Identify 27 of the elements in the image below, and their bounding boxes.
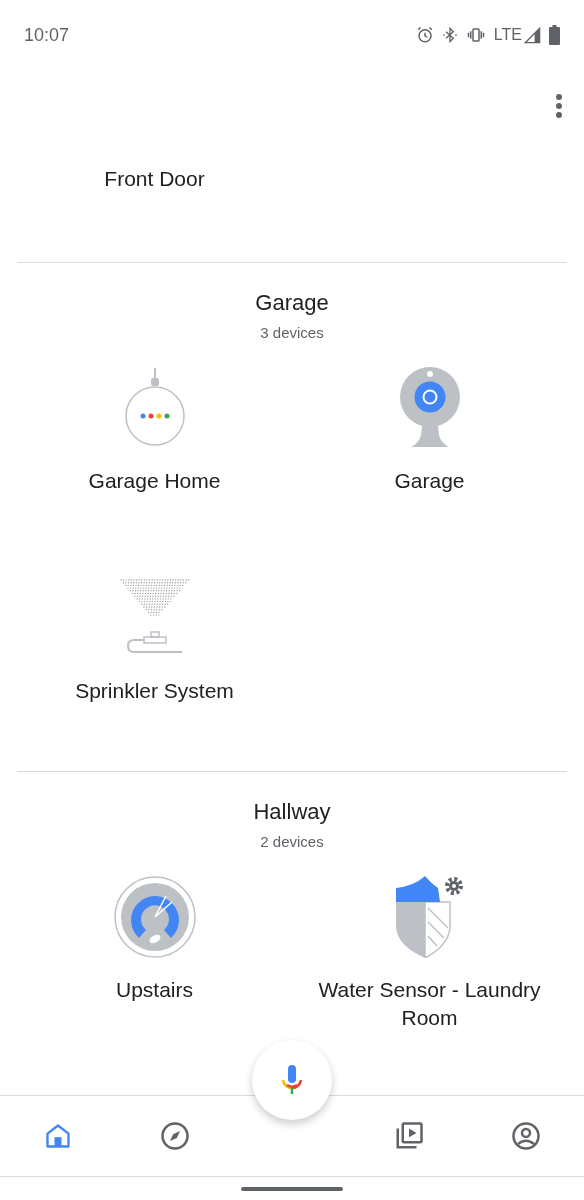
microphone-icon	[281, 1065, 303, 1095]
clock: 10:07	[24, 24, 70, 46]
room-title: Garage	[254, 289, 330, 317]
home-icon	[44, 1122, 73, 1150]
signal-icon	[524, 26, 541, 44]
alarm-icon	[415, 26, 434, 44]
battery-icon	[549, 25, 560, 45]
device-count: 2 devices	[259, 832, 325, 852]
thermostat-icon	[113, 876, 196, 958]
vibrate-icon	[465, 26, 486, 44]
smart-speaker-icon	[123, 368, 186, 448]
compass-icon	[160, 1121, 191, 1151]
more-options-icon[interactable]	[556, 94, 562, 118]
device-name[interactable]: Front Door	[104, 165, 205, 193]
voice-button[interactable]	[252, 1040, 332, 1120]
device-name[interactable]: Upstairs	[116, 976, 193, 1004]
room-title: Hallway	[252, 798, 332, 826]
account-icon	[510, 1121, 541, 1151]
device-name[interactable]: Garage	[394, 467, 465, 495]
bluetooth-icon	[441, 26, 458, 44]
device-count: 3 devices	[259, 323, 325, 343]
camera-icon	[398, 367, 461, 449]
device-name[interactable]: Garage Home	[88, 467, 221, 495]
device-name[interactable]: Sprinkler System	[75, 677, 234, 705]
device-name[interactable]: Water Sensor - Laundry Room	[294, 976, 565, 1032]
gesture-handle[interactable]	[241, 1186, 343, 1191]
network-type: LTE	[493, 26, 522, 44]
